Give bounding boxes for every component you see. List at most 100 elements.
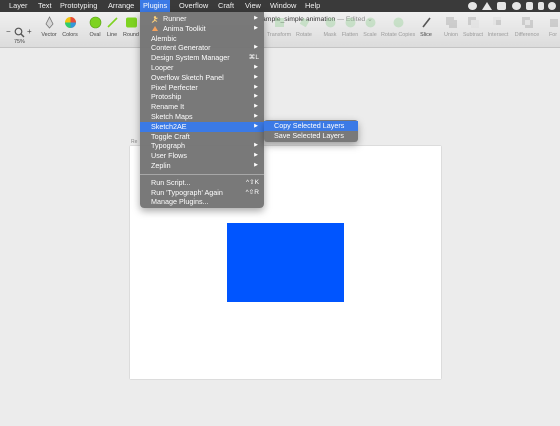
- menu-item-content-generator[interactable]: Content Generator ▶: [140, 43, 264, 53]
- intersect-icon: [492, 17, 501, 25]
- mask-icon: [325, 17, 335, 28]
- menu-item-toggle-craft[interactable]: Toggle Craft: [140, 132, 264, 142]
- tool-rotate-copies[interactable]: Rotate Copies: [381, 16, 415, 38]
- submenu-arrow-icon: ▶: [254, 15, 258, 21]
- tool-scale[interactable]: Scale: [361, 16, 379, 38]
- tool-vector-label: Vector: [41, 32, 57, 38]
- message-icon[interactable]: [512, 2, 521, 10]
- subtract-icon: [467, 17, 479, 28]
- menu-item-save-selected-layers[interactable]: Save Selected Layers: [264, 131, 358, 141]
- tool-intersect-label: Intersect: [487, 32, 509, 38]
- tool-rotate-copies-label: Rotate Copies: [381, 32, 416, 38]
- menu-item-sketch-maps[interactable]: Sketch Maps ▶: [140, 112, 264, 122]
- menu-item-pixel-perfecter[interactable]: Pixel Perfecter ▶: [140, 83, 264, 93]
- menu-item-label: Copy Selected Layers: [274, 121, 345, 130]
- tool-transform[interactable]: Transform: [265, 16, 293, 38]
- menu-item-sketch2ae[interactable]: Sketch2AE ▶: [140, 121, 264, 132]
- tool-slice[interactable]: Slice: [418, 16, 434, 38]
- menu-item-looper[interactable]: Looper ▶: [140, 63, 264, 73]
- menu-item-label: Looper: [151, 62, 174, 72]
- dropbox-icon[interactable]: [526, 2, 533, 10]
- menu-item-anima-toolkit[interactable]: Anima Toolkit ▶: [140, 24, 264, 34]
- tool-difference[interactable]: Difference: [513, 16, 541, 38]
- menu-item-label: Rename It: [151, 102, 185, 112]
- menu-item-protoship[interactable]: Protoship ▶: [140, 92, 264, 102]
- tool-line-label: Line: [106, 32, 118, 38]
- vector-pen-icon: [45, 16, 53, 29]
- magnifier-icon[interactable]: [14, 27, 25, 38]
- tool-flatten[interactable]: Flatten: [340, 16, 360, 38]
- forward-icon: [549, 19, 558, 27]
- menu-item-alembic[interactable]: Alembic: [140, 34, 264, 44]
- tool-vector[interactable]: Vector: [40, 16, 58, 38]
- menu-item-label: Content Generator: [151, 43, 211, 53]
- union-icon: [445, 17, 457, 28]
- menu-item-design-system-manager[interactable]: Design System Manager ⌘L: [140, 53, 264, 63]
- menu-item-run-again[interactable]: Run 'Typograph' Again ^⇧R: [140, 188, 264, 198]
- menu-arrange[interactable]: Arrange: [105, 0, 137, 12]
- slice-icon: [421, 17, 431, 28]
- tool-colors[interactable]: Colors: [61, 16, 79, 38]
- runner-icon: [151, 15, 158, 23]
- menu-item-runner[interactable]: Runner ▶: [140, 14, 264, 24]
- flatten-icon: [345, 17, 355, 28]
- tool-transform-label: Transform: [266, 32, 292, 38]
- tool-forward[interactable]: For: [546, 16, 560, 38]
- menu-plugins[interactable]: Plugins: [140, 0, 171, 12]
- difference-icon: [521, 17, 533, 28]
- oval-icon: [89, 16, 101, 29]
- menu-item-label: Protoship: [151, 92, 182, 102]
- airplay-icon[interactable]: [497, 2, 506, 10]
- blue-rectangle-layer[interactable]: [227, 223, 344, 302]
- submenu-arrow-icon: ▶: [254, 44, 258, 51]
- craft-status-icon[interactable]: [468, 2, 477, 10]
- menu-item-rename-it[interactable]: Rename It ▶: [140, 102, 264, 112]
- menu-help[interactable]: Help: [302, 0, 323, 12]
- tool-rounded-label: Round: [123, 32, 139, 38]
- tool-rounded[interactable]: Round: [122, 16, 140, 38]
- menu-item-typograph[interactable]: Typograph ▶: [140, 141, 264, 151]
- menu-item-label: Runner: [163, 14, 187, 23]
- menu-view[interactable]: View: [242, 0, 264, 12]
- tool-subtract[interactable]: Subtract: [462, 16, 484, 38]
- menu-text[interactable]: Text: [35, 0, 55, 12]
- tool-forward-label: For: [548, 32, 558, 38]
- window-toolbar: ample_simple animation — Edited ⌄ − + 75…: [0, 12, 560, 48]
- submenu-arrow-icon: ▶: [254, 73, 258, 80]
- transform-icon: [274, 18, 284, 27]
- tool-intersect[interactable]: Intersect: [487, 16, 509, 38]
- menu-item-label: Anima Toolkit: [163, 23, 206, 33]
- menu-prototyping[interactable]: Prototyping: [57, 0, 100, 12]
- menu-layer[interactable]: Layer: [6, 0, 31, 12]
- zoom-in-button[interactable]: +: [27, 27, 32, 36]
- menu-item-manage-plugins[interactable]: Manage Plugins...: [140, 197, 264, 207]
- submenu-arrow-icon: ▶: [254, 112, 258, 119]
- menu-overflow[interactable]: Overflow: [176, 0, 211, 12]
- menu-item-label: Sketch2AE: [151, 121, 187, 131]
- menu-item-run-script[interactable]: Run Script... ^⇧K: [140, 178, 264, 188]
- menu-item-copy-selected-layers[interactable]: Copy Selected Layers: [264, 121, 358, 131]
- tool-mask[interactable]: Mask: [322, 16, 338, 38]
- menu-item-label: Overflow Sketch Panel: [151, 72, 224, 82]
- battery-icon[interactable]: [538, 2, 544, 10]
- menu-item-label: Zeplin: [151, 160, 171, 170]
- artboard-label[interactable]: Re: [131, 139, 137, 145]
- zoom-out-button[interactable]: −: [6, 27, 11, 36]
- menu-craft[interactable]: Craft: [215, 0, 237, 12]
- sync-icon[interactable]: [548, 2, 556, 10]
- tool-line[interactable]: Line: [105, 16, 119, 38]
- submenu-arrow-icon: ▶: [254, 24, 258, 31]
- wifi-icon[interactable]: [482, 2, 492, 10]
- menu-item-zeplin[interactable]: Zeplin ▶: [140, 161, 264, 171]
- submenu-arrow-icon: ▶: [254, 161, 258, 168]
- rotate-copies-icon: [393, 17, 403, 28]
- anima-icon: [152, 26, 158, 32]
- menu-window[interactable]: Window: [267, 0, 299, 12]
- submenu-arrow-icon: ▶: [254, 142, 258, 149]
- menu-item-user-flows[interactable]: User Flows ▶: [140, 151, 264, 161]
- tool-oval[interactable]: Oval: [88, 16, 102, 38]
- shortcut-label: ^⇧R: [245, 188, 259, 196]
- tool-union[interactable]: Union: [442, 16, 460, 38]
- menu-item-overflow-sketch-panel[interactable]: Overflow Sketch Panel ▶: [140, 73, 264, 83]
- tool-rotate[interactable]: Rotate: [295, 16, 313, 38]
